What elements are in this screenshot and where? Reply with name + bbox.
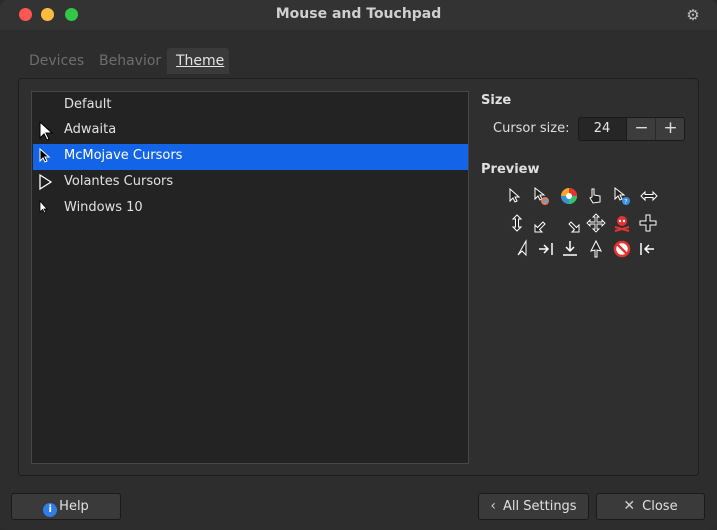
- list-item[interactable]: Adwaita: [33, 118, 468, 144]
- increase-size-button[interactable]: +: [655, 118, 684, 140]
- up-arrow-icon: [517, 239, 527, 257]
- close-icon: ✕: [623, 498, 636, 514]
- hand-pointer-icon: [589, 188, 601, 204]
- title-bar: Mouse and Touchpad ⚙: [0, 0, 717, 30]
- cursor-size-spinbox: 24 − +: [578, 117, 685, 141]
- move-cursor-icon: [586, 213, 606, 233]
- info-icon: i: [43, 503, 58, 517]
- arrow-cursor-icon: [39, 199, 48, 214]
- cursor-size-label: Cursor size:: [493, 121, 570, 136]
- progress-cursor-icon: [534, 186, 549, 205]
- arrow-cursor-icon: [39, 147, 51, 163]
- cursor-theme-list[interactable]: Default Adwaita McMojave Cursors Volante…: [31, 91, 469, 464]
- arrow-cursor-icon: [39, 121, 54, 141]
- tab-behavior-label: Behavior: [99, 53, 162, 69]
- resize-right-icon: [539, 243, 553, 255]
- theme-label: Windows 10: [64, 200, 143, 215]
- close-button-label: Close: [642, 499, 678, 514]
- help-button[interactable]: i Help: [11, 493, 121, 520]
- resize-vertical-icon: [511, 214, 523, 232]
- decrease-size-button[interactable]: −: [626, 118, 656, 140]
- not-allowed-icon: [613, 240, 631, 258]
- tab-devices[interactable]: Devices: [20, 48, 86, 74]
- list-item[interactable]: Default: [33, 93, 468, 119]
- theme-label: Adwaita: [64, 122, 117, 137]
- resize-horizontal-icon: [640, 190, 658, 202]
- help-cursor-icon: ?: [614, 186, 630, 206]
- crosshair-icon: [639, 214, 657, 232]
- arrow-cursor-icon: [509, 187, 521, 203]
- resize-left-icon: [640, 243, 654, 255]
- preview-heading: Preview: [481, 162, 540, 177]
- up-arrow-outline-icon: [590, 239, 602, 258]
- tab-theme-label: Theme: [176, 53, 225, 69]
- pirate-cursor-icon: [614, 216, 630, 232]
- size-heading: Size: [481, 93, 512, 108]
- window-title: Mouse and Touchpad: [275, 6, 442, 22]
- all-settings-label: All Settings: [503, 499, 577, 514]
- help-button-label: Help: [59, 499, 89, 514]
- resize-diagonal-icon: [534, 221, 546, 233]
- list-item[interactable]: Volantes Cursors: [33, 170, 468, 196]
- all-settings-button[interactable]: ‹ All Settings: [478, 493, 589, 520]
- svg-text:?: ?: [624, 199, 627, 206]
- resize-bottom-icon: [563, 241, 577, 256]
- wait-spinner-icon: [561, 188, 577, 204]
- tab-theme[interactable]: Theme: [167, 48, 229, 74]
- arrow-cursor-icon: [39, 173, 53, 191]
- list-item[interactable]: Windows 10: [33, 196, 468, 222]
- tab-behavior[interactable]: Behavior: [90, 48, 163, 74]
- list-item-selected[interactable]: McMojave Cursors: [33, 144, 468, 170]
- mouse-touchpad-window: Mouse and Touchpad ⚙ Devices Behavior Th…: [0, 0, 717, 530]
- chevron-left-icon: ‹: [490, 498, 497, 514]
- gear-icon[interactable]: ⚙: [684, 6, 702, 24]
- theme-label: McMojave Cursors: [64, 148, 183, 163]
- close-button[interactable]: ✕ Close: [596, 493, 705, 520]
- theme-label: Default: [64, 97, 112, 112]
- tab-devices-label: Devices: [29, 53, 85, 69]
- cursor-size-value[interactable]: 24: [579, 118, 625, 140]
- resize-diagonal-alt-icon: [568, 221, 580, 233]
- theme-label: Volantes Cursors: [64, 174, 174, 189]
